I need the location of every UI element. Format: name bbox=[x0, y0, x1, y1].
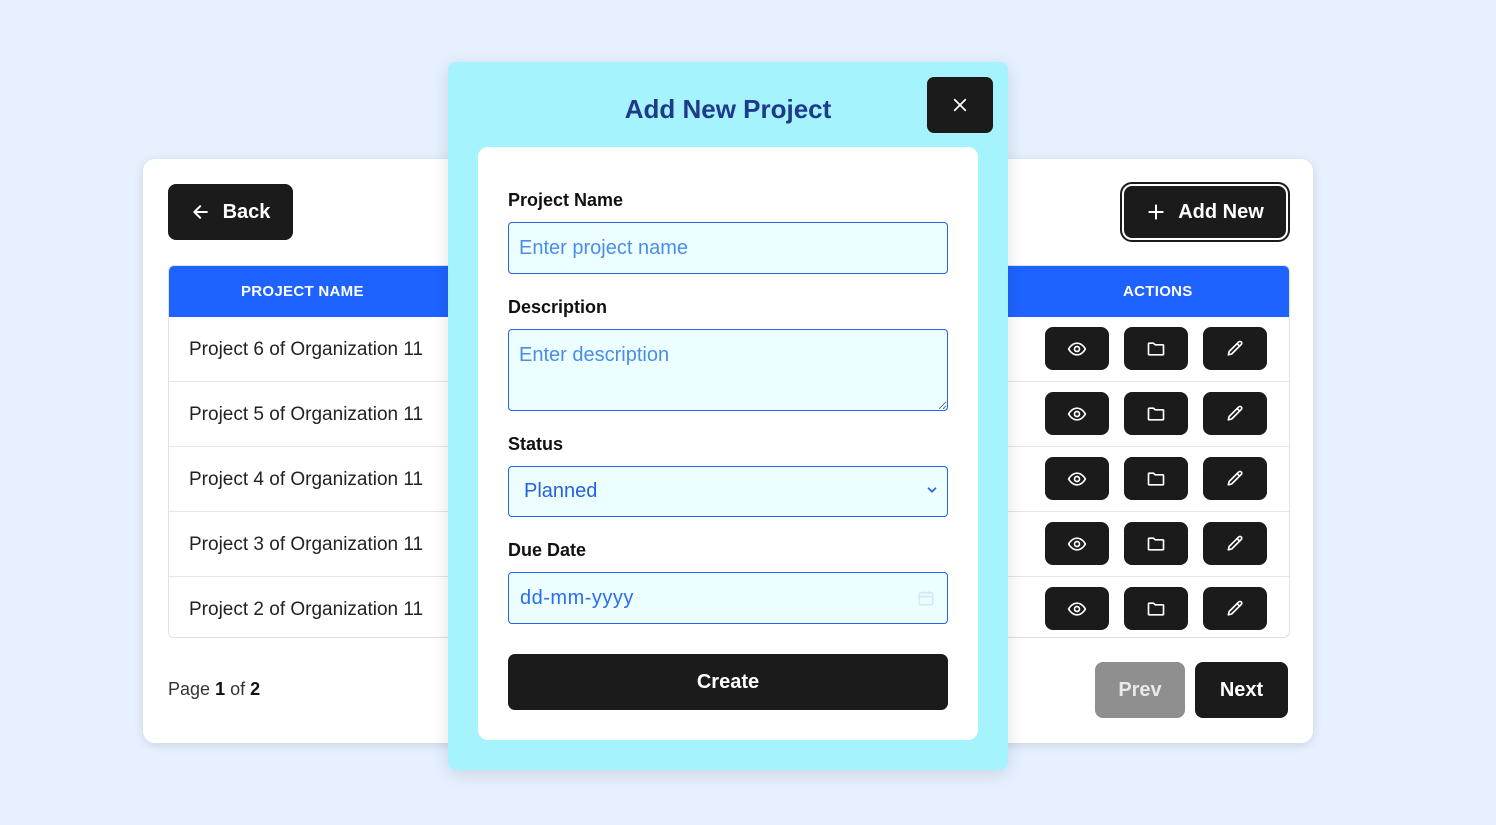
pencil-icon bbox=[1225, 599, 1245, 619]
description-label: Description bbox=[508, 297, 608, 317]
folder-icon bbox=[1146, 339, 1166, 359]
project-name-input[interactable] bbox=[508, 222, 948, 274]
row-actions bbox=[1045, 392, 1267, 435]
edit-button[interactable] bbox=[1203, 392, 1267, 435]
project-form: Project Name Description Status Planned … bbox=[478, 147, 978, 740]
modal-title: Add New Project bbox=[624, 94, 832, 124]
project-name-cell: Project 3 of Organization 11 bbox=[189, 534, 424, 555]
folder-button[interactable] bbox=[1124, 587, 1188, 630]
pencil-icon bbox=[1225, 469, 1245, 489]
column-header-project-name: PROJECT NAME bbox=[241, 283, 364, 300]
arrow-left-icon bbox=[192, 205, 208, 219]
page-of: of bbox=[230, 679, 246, 699]
plus-icon bbox=[1148, 204, 1164, 220]
project-name-cell: Project 2 of Organization 11 bbox=[189, 599, 424, 620]
project-name-cell: Project 4 of Organization 11 bbox=[189, 469, 424, 490]
due-date-placeholder: dd-mm-yyyy bbox=[520, 586, 634, 609]
view-button[interactable] bbox=[1045, 392, 1109, 435]
project-name-label: Project Name bbox=[508, 190, 624, 210]
due-date-input[interactable]: dd-mm-yyyy bbox=[508, 572, 948, 624]
next-button[interactable]: Next bbox=[1195, 662, 1288, 718]
status-label: Status bbox=[508, 434, 564, 454]
view-button[interactable] bbox=[1045, 457, 1109, 500]
view-button[interactable] bbox=[1045, 587, 1109, 630]
eye-icon bbox=[1067, 404, 1087, 424]
folder-button[interactable] bbox=[1124, 522, 1188, 565]
edit-button[interactable] bbox=[1203, 587, 1267, 630]
pencil-icon bbox=[1225, 339, 1245, 359]
folder-icon bbox=[1146, 469, 1166, 489]
row-actions bbox=[1045, 522, 1267, 565]
add-new-label: Add New bbox=[1178, 200, 1264, 223]
folder-icon bbox=[1146, 534, 1166, 554]
eye-icon bbox=[1067, 599, 1087, 619]
create-button[interactable]: Create bbox=[508, 654, 948, 710]
project-name-cell: Project 6 of Organization 11 bbox=[189, 339, 424, 360]
chevron-down-icon bbox=[927, 487, 937, 493]
view-button[interactable] bbox=[1045, 327, 1109, 370]
page-prefix: Page bbox=[168, 679, 211, 699]
edit-button[interactable] bbox=[1203, 327, 1267, 370]
pencil-icon bbox=[1225, 404, 1245, 424]
folder-button[interactable] bbox=[1124, 327, 1188, 370]
row-actions bbox=[1045, 327, 1267, 370]
add-project-modal: Add New Project Project Name Description… bbox=[448, 62, 1008, 770]
folder-button[interactable] bbox=[1124, 392, 1188, 435]
row-actions bbox=[1045, 587, 1267, 630]
back-button[interactable]: Back bbox=[168, 184, 293, 240]
prev-button[interactable]: Prev bbox=[1095, 662, 1185, 718]
column-header-actions: ACTIONS bbox=[1123, 283, 1193, 300]
view-button[interactable] bbox=[1045, 522, 1109, 565]
folder-icon bbox=[1146, 599, 1166, 619]
status-value: Planned bbox=[524, 480, 598, 502]
back-label: Back bbox=[222, 200, 271, 223]
edit-button[interactable] bbox=[1203, 457, 1267, 500]
status-select[interactable]: Planned bbox=[508, 466, 948, 517]
folder-icon bbox=[1146, 404, 1166, 424]
current-page: 1 bbox=[215, 679, 226, 699]
row-actions bbox=[1045, 457, 1267, 500]
close-icon bbox=[953, 98, 967, 112]
description-input[interactable] bbox=[508, 329, 948, 411]
close-button[interactable] bbox=[927, 77, 993, 133]
due-date-label: Due Date bbox=[508, 540, 587, 560]
eye-icon bbox=[1067, 534, 1087, 554]
add-new-button[interactable]: Add New bbox=[1120, 182, 1290, 242]
folder-button[interactable] bbox=[1124, 457, 1188, 500]
edit-button[interactable] bbox=[1203, 522, 1267, 565]
project-name-cell: Project 5 of Organization 11 bbox=[189, 404, 424, 425]
calendar-icon[interactable] bbox=[917, 589, 935, 607]
eye-icon bbox=[1067, 469, 1087, 489]
pencil-icon bbox=[1225, 534, 1245, 554]
total-pages: 2 bbox=[250, 679, 261, 699]
pagination-info: Page 1 of 2 bbox=[168, 679, 260, 700]
eye-icon bbox=[1067, 339, 1087, 359]
